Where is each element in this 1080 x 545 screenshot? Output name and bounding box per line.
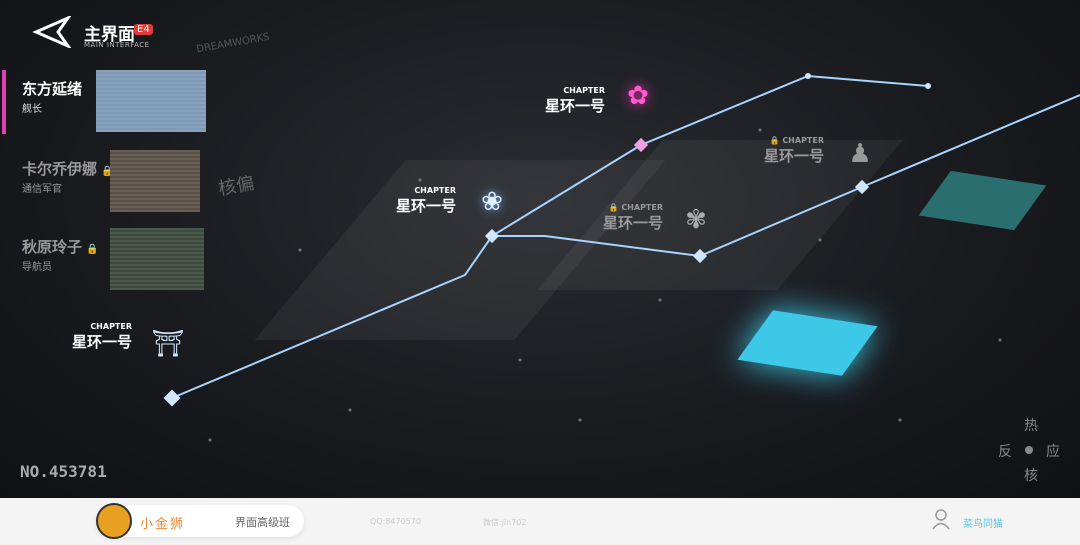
pink-lotus-icon[interactable]: ✿ [618, 72, 658, 120]
crew-portrait [96, 70, 206, 132]
crew-role: 导航员 [22, 262, 52, 273]
chapter-label-1[interactable]: CHAPTER 星环一号 [396, 186, 456, 216]
chapter-label-0[interactable]: CHAPTER 星环一号 [72, 322, 132, 352]
crew-role: 通信军官 [22, 184, 62, 195]
crew-role: 舰长 [22, 104, 42, 115]
wechat-text: 微信:jin702 [483, 518, 527, 527]
flower-seal-icon[interactable]: ✾ [676, 196, 716, 244]
crew-name: 秋原玲子 [22, 238, 83, 256]
lotus-icon[interactable]: ❀ [472, 178, 512, 226]
crew-name: 东方延绪 [22, 80, 83, 98]
chapter-label-3[interactable]: 🔒 CHAPTER 星环一号 [603, 203, 663, 233]
user-name[interactable]: 菜鸟同猫 [963, 515, 1003, 530]
route-branch [492, 94, 1080, 258]
crew-portrait [110, 228, 204, 290]
gate-icon[interactable]: ⛩ [148, 320, 188, 368]
level-badge: E4 [134, 24, 153, 35]
serial-number: NO.453781 [20, 462, 107, 481]
crew-portrait [110, 150, 200, 212]
crew-name: 卡尔乔伊娜 [22, 160, 98, 178]
back-arrow-icon[interactable] [32, 16, 72, 48]
crew-item-2[interactable]: 秋原玲子 🔒 导航员 [0, 228, 210, 292]
chapter-label-4[interactable]: 🔒 CHAPTER 星环一号 [764, 136, 824, 166]
chapter-label-2[interactable]: CHAPTER 星环一号 [545, 86, 605, 116]
page-subtitle: MAIN INTERFACE [84, 41, 150, 49]
chapter-map: DREAMWORKS 核偏 主界面 E4 MAIN INTERFACE 东方延绪… [0, 0, 1080, 498]
course-name: 界面高级班 [235, 516, 290, 529]
qq-text: QQ:8470570 [370, 517, 421, 526]
crew-item-1[interactable]: 卡尔乔伊娜 🔒 通信军官 [0, 150, 210, 214]
brand-name: 小金狮 [140, 517, 186, 532]
lock-icon: 🔒 [86, 244, 99, 255]
selected-indicator [2, 70, 6, 134]
crew-item-0[interactable]: 东方延绪 舰长 [0, 70, 210, 134]
user-icon [932, 509, 950, 530]
game-logo: 热 反 应 核 [998, 418, 1060, 484]
footer-bar: 小金狮 界面高级班 QQ:8470570 微信:jin702 菜鸟同猫 [0, 498, 1080, 545]
lion-logo-icon [96, 503, 132, 539]
buddha-icon[interactable]: ♟ [840, 130, 880, 178]
